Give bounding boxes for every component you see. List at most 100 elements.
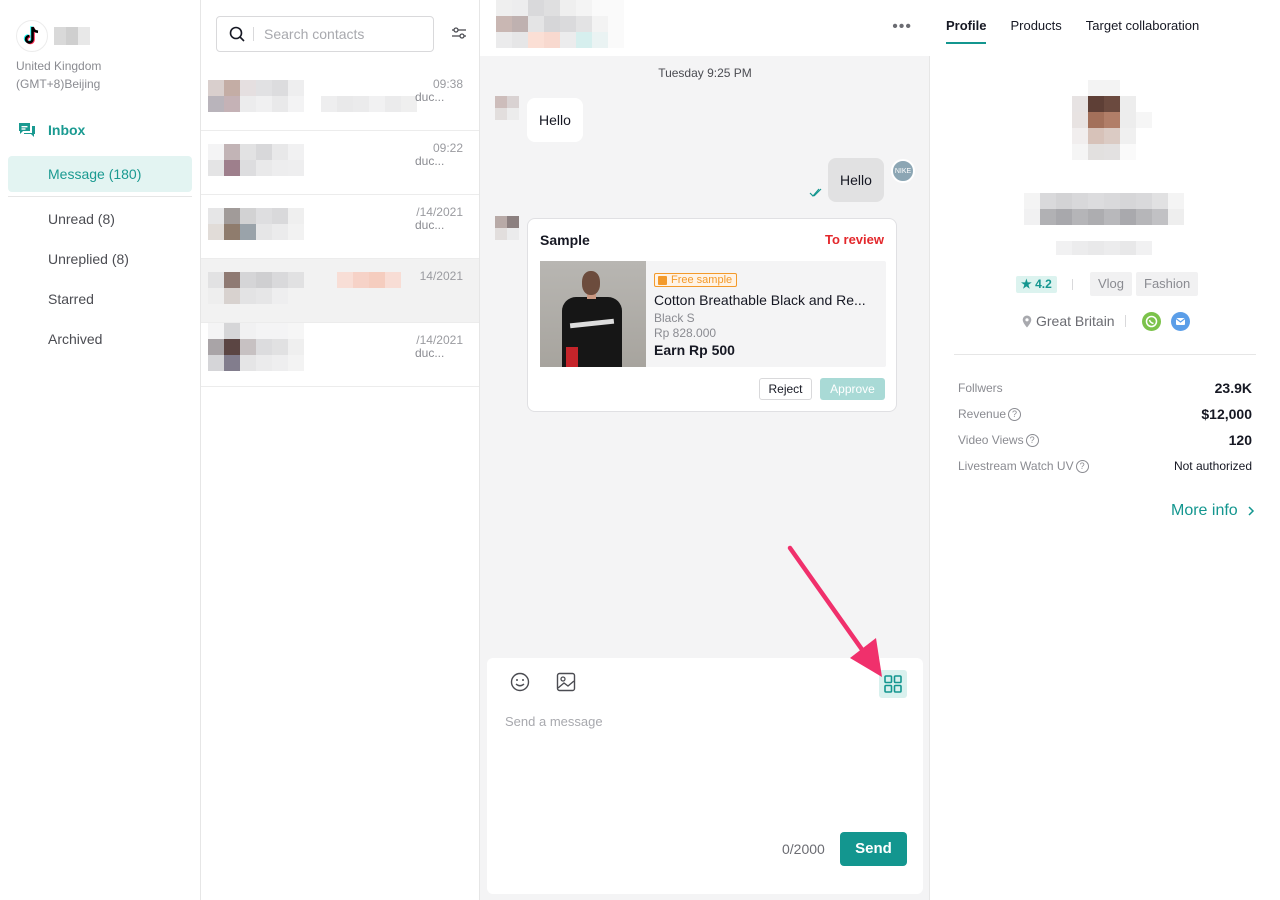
chat-header: ••• [480, 0, 930, 56]
read-check-icon [809, 188, 822, 197]
product-price: Rp 828.000 [654, 326, 717, 340]
nav-item-unreplied[interactable]: Unreplied (8) [48, 251, 129, 267]
tab-products[interactable]: Products [1010, 0, 1061, 44]
reject-button[interactable]: Reject [759, 378, 812, 400]
chevron-right-icon [1248, 506, 1254, 516]
more-info-link[interactable]: More info [1171, 502, 1258, 520]
nav-item-starred[interactable]: Starred [48, 291, 94, 307]
message-composer: 0/2000 Send [487, 658, 923, 894]
approve-button[interactable]: Approve [820, 378, 885, 400]
emoji-icon[interactable] [510, 672, 530, 692]
stat-value-followers: 23.9K [1214, 380, 1252, 396]
search-icon [229, 26, 245, 42]
more-options-icon[interactable]: ••• [892, 18, 912, 36]
contact-time: 09:38 [432, 77, 463, 91]
divider [1072, 279, 1073, 290]
contact-avatar-pixelated [208, 323, 304, 371]
rating-badge: ★ 4.2 [1016, 276, 1057, 293]
sample-request-card: Sample To review Free sample Cotton Brea… [527, 218, 897, 412]
earn-amount: Earn Rp 500 [654, 342, 735, 358]
message-input[interactable] [505, 714, 905, 814]
whatsapp-icon[interactable] [1142, 312, 1161, 331]
stat-value-video-views: 120 [1228, 432, 1252, 448]
divider [1125, 315, 1126, 327]
tab-target-collaboration[interactable]: Target collaboration [1086, 0, 1199, 44]
card-title: Sample [540, 232, 590, 248]
shop-brand[interactable] [16, 20, 90, 52]
contacts-panel: 09:38 duc... 09:22 duc... /14/2021 duc..… [201, 0, 480, 900]
more-info-label: More info [1171, 502, 1238, 519]
contact-time: 14/2021 [419, 269, 463, 283]
stat-value-livestream-uv: Not authorized [1173, 459, 1252, 473]
profile-tabs: Profile Products Target collaboration [946, 0, 1223, 44]
stat-label-video-views: Video Views? [958, 433, 1039, 447]
nav-item-archived[interactable]: Archived [48, 331, 102, 347]
divider [954, 354, 1256, 355]
location: Great Britain [1022, 313, 1115, 329]
sidebar: United Kingdom (GMT+8)Beijing Inbox Mess… [0, 0, 201, 900]
product-item[interactable]: Free sample Cotton Breathable Black and … [540, 261, 886, 367]
stat-label-text: Revenue [958, 407, 1007, 421]
stat-label-text: Video Views [958, 433, 1024, 447]
inbox-label: Inbox [48, 122, 86, 138]
search-separator [253, 27, 254, 41]
stat-label-livestream-uv: Livestream Watch UV? [958, 459, 1089, 473]
contact-item[interactable]: /14/2021 duc... [201, 195, 479, 259]
image-icon[interactable] [556, 672, 576, 692]
contact-avatar-pixelated [208, 208, 304, 240]
help-icon[interactable]: ? [1075, 459, 1089, 473]
contact-snippet: duc... [415, 218, 445, 232]
contact-item-selected[interactable]: 14/2021 [201, 259, 479, 323]
chat-panel: ••• Tuesday 9:25 PM Hello Hello NIKE Sam… [480, 0, 930, 900]
help-icon[interactable]: ? [1025, 433, 1039, 447]
help-icon[interactable]: ? [1008, 407, 1022, 421]
contact-name-pixelated [337, 272, 417, 288]
contact-avatar-pixelated [208, 272, 304, 304]
region-timezone: United Kingdom (GMT+8)Beijing [16, 57, 101, 93]
creator-avatar-pixelated [1056, 80, 1152, 160]
search-box[interactable] [216, 16, 434, 52]
char-counter: 0/2000 [782, 841, 825, 857]
contact-avatar-pixelated [208, 144, 304, 176]
stat-label-revenue: Revenue? [958, 407, 1022, 421]
contact-time: 09:22 [432, 141, 463, 155]
contact-name-pixelated [321, 96, 417, 112]
chat-contact-pixelated [496, 0, 624, 48]
rating-value: 4.2 [1035, 277, 1052, 291]
free-sample-badge: Free sample [654, 273, 738, 287]
contact-item[interactable]: 09:38 duc... [201, 67, 479, 131]
tiktok-logo-icon [16, 20, 48, 52]
gift-icon [658, 275, 667, 285]
send-button[interactable]: Send [840, 832, 907, 866]
contact-avatar-pixelated [208, 80, 304, 112]
stat-label-text: Follwers [958, 381, 1003, 395]
star-icon: ★ [1021, 277, 1036, 291]
location-text: Great Britain [1036, 313, 1115, 329]
badge-label: Free sample [671, 274, 733, 286]
creator-handle-pixelated [1056, 241, 1152, 255]
stat-label-followers: Follwers [958, 381, 1003, 395]
filter-icon[interactable] [451, 25, 467, 46]
contact-snippet: duc... [415, 346, 445, 360]
outgoing-message: Hello [828, 158, 884, 202]
product-image [540, 261, 646, 367]
incoming-message: Hello [527, 98, 583, 142]
contact-item[interactable]: /14/2021 duc... [201, 323, 479, 387]
tab-profile[interactable]: Profile [946, 0, 987, 44]
contact-snippet: duc... [415, 154, 445, 168]
shop-name-pixelated [54, 27, 90, 45]
creator-name-pixelated [1024, 193, 1184, 225]
tag-fashion: Fashion [1136, 272, 1199, 296]
nav-item-unread[interactable]: Unread (8) [48, 211, 115, 227]
product-name: Cotton Breathable Black and Re... [654, 292, 866, 308]
inbox-icon [19, 123, 35, 137]
search-input[interactable] [264, 26, 414, 42]
nav-item-message[interactable]: Message (180) [8, 156, 192, 192]
inbox-header[interactable]: Inbox [18, 122, 85, 138]
contact-avatar-pixelated [495, 216, 519, 240]
timezone-text: (GMT+8)Beijing [16, 77, 101, 91]
region-text: United Kingdom [16, 59, 102, 73]
contact-item[interactable]: 09:22 duc... [201, 131, 479, 195]
email-icon[interactable] [1171, 312, 1190, 331]
product-variant: Black S [654, 311, 695, 325]
